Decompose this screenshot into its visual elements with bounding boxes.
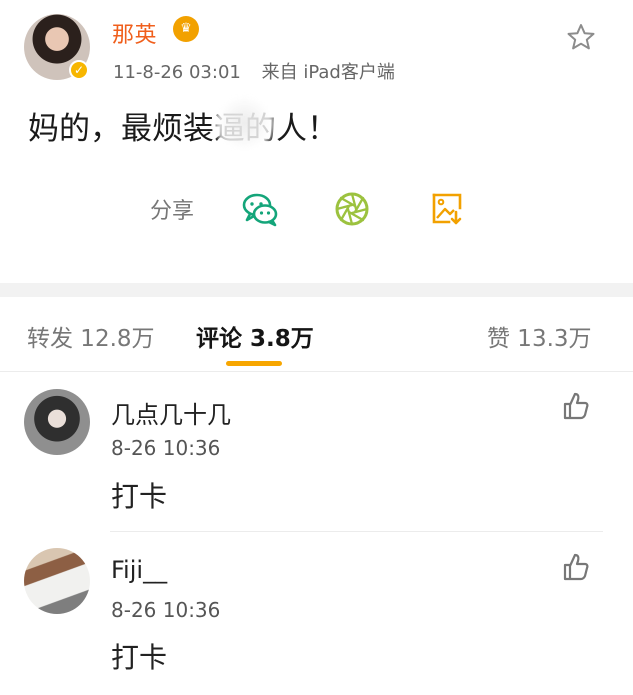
comment-tabs: 转发 12.8万 评论 3.8万 赞 13.3万 — [0, 297, 633, 372]
section-separator — [0, 283, 633, 297]
author-name[interactable]: 那英 — [112, 17, 157, 49]
post-source: 来自 iPad客户端 — [261, 62, 395, 83]
verified-badge-icon: ✓ — [69, 60, 89, 80]
commenter-avatar[interactable] — [24, 548, 90, 614]
active-tab-indicator — [226, 361, 282, 366]
post-card: ✓ 那英 ♛ 11-8-26 03:01 来自 iPad客户端 妈的，最烦装逼的… — [0, 0, 633, 283]
comment-item: 几点几十几 8-26 10:36 打卡 — [0, 372, 633, 532]
comment-text: 打卡 — [111, 480, 168, 513]
commenter-name[interactable]: Fiji__ — [111, 556, 167, 584]
star-icon[interactable] — [566, 22, 596, 52]
weibo-post-page: ✓ 那英 ♛ 11-8-26 03:01 来自 iPad客户端 妈的，最烦装逼的… — [0, 0, 633, 695]
tab-comments[interactable]: 评论 3.8万 — [196, 319, 314, 353]
blur-mask — [212, 94, 277, 152]
save-image-icon[interactable] — [427, 188, 467, 228]
comment-time: 8-26 10:36 — [111, 436, 221, 460]
tab-repost[interactable]: 转发 12.8万 — [27, 319, 155, 353]
post-timestamp: 11-8-26 03:01 — [113, 62, 241, 83]
post-meta: 11-8-26 03:01 来自 iPad客户端 — [113, 58, 395, 84]
share-label: 分享 — [150, 199, 195, 224]
moments-icon[interactable] — [332, 189, 372, 229]
tab-likes[interactable]: 赞 13.3万 — [487, 319, 592, 353]
crown-icon: ♛ — [173, 16, 199, 42]
commenter-name[interactable]: 几点几十几 — [111, 395, 231, 430]
commenter-avatar[interactable] — [24, 389, 90, 455]
comment-item: Fiji__ 8-26 10:36 打卡 — [0, 532, 633, 695]
wechat-icon[interactable] — [240, 189, 280, 229]
thumbs-up-icon[interactable] — [560, 552, 590, 582]
comment-text: 打卡 — [111, 641, 168, 674]
comment-time: 8-26 10:36 — [111, 598, 221, 622]
thumbs-up-icon[interactable] — [560, 391, 590, 421]
post-text: 妈的，最烦装逼的人！ — [28, 111, 338, 147]
